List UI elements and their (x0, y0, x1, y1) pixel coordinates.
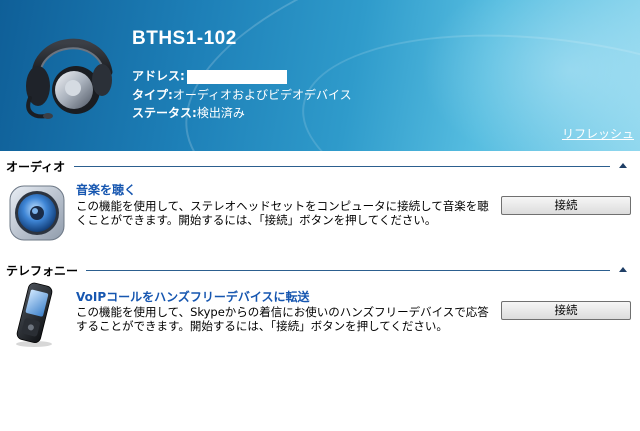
status-row: ステータス:検出済み (132, 104, 245, 121)
address-value-box (186, 69, 287, 84)
headset-icon (26, 38, 113, 119)
listen-music-description: この機能を使用して、ステレオヘッドセットをコンピュータに接続して音楽を聴くことが… (76, 199, 489, 227)
collapse-telephony-chevron-up-icon[interactable] (619, 267, 627, 272)
voip-forward-title: VoIPコールをハンズフリーデバイスに転送 (76, 290, 310, 304)
device-name: BTHS1-102 (132, 28, 237, 49)
collapse-audio-chevron-up-icon[interactable] (619, 163, 627, 168)
listen-music-title: 音楽を聴く (76, 183, 137, 197)
mobile-phone-icon (16, 282, 53, 347)
status-value: 検出済み (196, 106, 245, 120)
section-title-telephony: テレフォニー (6, 264, 79, 278)
section-title-audio: オーディオ (6, 160, 66, 174)
device-header: BTHS1-102 アドレス: タイプ:オーディオおよびビデオデバイス ステータ… (0, 0, 640, 151)
connect-audio-button[interactable]: 接続 (501, 196, 631, 215)
refresh-link[interactable]: リフレッシュ (562, 125, 634, 142)
address-label: アドレス: (132, 69, 185, 83)
type-row: タイプ:オーディオおよびビデオデバイス (132, 86, 352, 103)
address-row: アドレス: (132, 67, 287, 84)
speaker-icon (9, 185, 65, 241)
status-label: ステータス: (132, 106, 197, 120)
type-label: タイプ: (132, 88, 173, 102)
connect-telephony-button[interactable]: 接続 (501, 301, 631, 320)
section-divider-telephony (86, 270, 610, 271)
section-divider-audio (74, 166, 610, 167)
type-value: オーディオおよびビデオデバイス (172, 88, 352, 102)
voip-forward-description: この機能を使用して、Skypeからの着信にお使いのハンズフリーデバイスで応答する… (76, 305, 489, 333)
